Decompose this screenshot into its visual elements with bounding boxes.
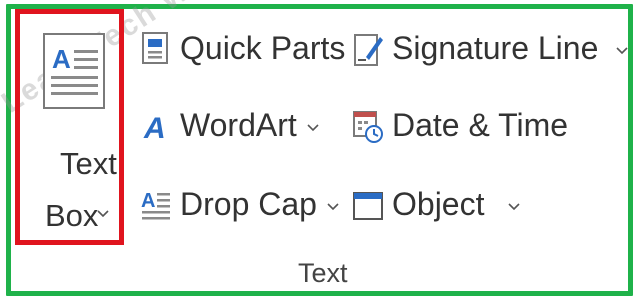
wordart-label: WordArt [180,107,297,143]
object-label: Object [392,186,485,222]
quick-parts-icon [142,31,168,64]
svg-text:A: A [143,112,166,144]
calendar-clock-icon [353,110,383,143]
chevron-down-icon [616,46,628,55]
drop-cap-icon: A [141,190,170,219]
quick-parts-button[interactable]: Quick Parts [140,30,367,67]
drop-cap-label: Drop Cap [180,186,317,222]
chevron-down-icon [307,123,319,132]
date-time-button[interactable]: Date & Time [352,107,568,144]
drop-cap-button[interactable]: A Drop Cap [140,186,339,223]
signature-line-icon [354,33,383,66]
signature-line-button[interactable]: Signature Line [352,30,628,67]
date-time-label: Date & Time [392,107,569,143]
object-icon [353,191,383,220]
quick-parts-label: Quick Parts [180,30,346,66]
svg-text:A: A [141,190,155,212]
chevron-down-icon [327,202,339,211]
signature-line-label: Signature Line [392,30,599,66]
group-label: Text [298,258,348,288]
chevron-down-icon [508,202,521,211]
object-button[interactable]: Object [352,186,521,223]
highlight-box [15,9,124,245]
wordart-icon: A [143,112,166,144]
wordart-button[interactable]: A WordArt [140,107,319,144]
